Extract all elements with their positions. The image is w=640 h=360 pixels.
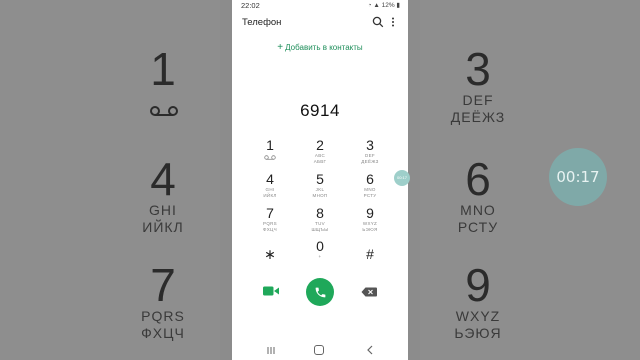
status-time: 22:02 — [241, 1, 260, 10]
bg-key-9: 9 WXYZ ЬЭЮЯ — [418, 262, 538, 342]
key-letters-cyrillic: АБВГ — [313, 159, 327, 164]
key-digit: ∗ — [264, 246, 276, 262]
call-button[interactable] — [306, 278, 334, 306]
search-icon[interactable] — [372, 16, 384, 28]
battery-percent: 12% — [381, 2, 395, 9]
add-to-contacts-label: Добавить в контакты — [285, 43, 363, 52]
key-digit: 9 — [366, 205, 374, 221]
bg-key-6: 6 MNO РСТУ — [418, 156, 538, 236]
home-icon[interactable] — [314, 345, 324, 355]
key-letters-cyrillic: РСТУ — [363, 193, 377, 198]
key-letters-latin: + — [318, 254, 322, 259]
bg-key-lat: PQRS — [141, 308, 185, 324]
key-letters-cyrillic: ФХЦЧ — [263, 227, 277, 232]
key-digit: 4 — [266, 171, 274, 187]
bg-key-cyr: ФХЦЧ — [141, 325, 185, 341]
recent-apps-icon[interactable] — [266, 346, 276, 355]
status-icons: ◔ ▲ 12% ▮ — [368, 1, 400, 9]
key-letters-cyrillic: ИЙКЛ — [263, 193, 277, 198]
key-1[interactable]: 1 — [250, 137, 290, 160]
key-digit: 6 — [366, 171, 374, 187]
key-7[interactable]: 7 PQRS ФХЦЧ — [250, 205, 290, 233]
bg-key-7: 7 PQRS ФХЦЧ — [103, 262, 223, 342]
plus-icon: + — [277, 42, 284, 53]
voicemail-icon — [264, 155, 276, 160]
bg-key-lat: MNO — [460, 202, 496, 218]
bg-key-lat: GHI — [149, 202, 177, 218]
key-digit: 7 — [266, 205, 274, 221]
bg-key-lat: WXYZ — [455, 308, 501, 324]
bg-key-4: 4 GHI ИЙКЛ — [103, 156, 223, 236]
battery-icon: ▮ — [396, 2, 400, 9]
key-9[interactable]: 9 WXYZ ЬЭЮЯ — [350, 205, 390, 233]
navigation-bar — [232, 340, 408, 360]
bg-key-lat: DEF — [462, 92, 494, 108]
key-4[interactable]: 4 GHI ИЙКЛ — [250, 171, 290, 199]
bg-key-cyr: РСТУ — [457, 219, 499, 235]
status-bar: 22:02 ◔ ▲ 12% ▮ — [232, 0, 408, 12]
key-5[interactable]: 5 JKL МНОП — [300, 171, 340, 199]
key-digit: 1 — [266, 137, 274, 153]
back-icon[interactable] — [366, 345, 374, 355]
video-call-icon[interactable] — [262, 284, 280, 298]
key-0[interactable]: 0 + — [300, 238, 340, 260]
key-letters-cyrillic: ДЕЁЖЗ — [361, 159, 379, 164]
key-digit: 0 — [316, 238, 324, 254]
key-digit: 2 — [316, 137, 324, 153]
dialed-number: 6914 — [300, 101, 340, 120]
bg-key-digit: 9 — [465, 259, 491, 311]
bg-key-cyr: ДЕЁЖЗ — [450, 109, 506, 125]
bg-key-digit: 1 — [150, 43, 176, 95]
key-6[interactable]: 6 MNO РСТУ — [350, 171, 390, 199]
key-digit: 5 — [316, 171, 324, 187]
key-2[interactable]: 2 ABC АБВГ — [300, 137, 340, 165]
backspace-icon[interactable] — [361, 287, 377, 297]
key-digit: # — [366, 246, 374, 262]
more-options-icon[interactable] — [390, 16, 396, 28]
page-title: Телефон — [242, 17, 282, 28]
bg-key-3: 3 DEF ДЕЁЖЗ — [418, 46, 538, 126]
bg-key-digit: 7 — [150, 259, 176, 311]
key-8[interactable]: 8 TUV ШЩЪЫ — [300, 205, 340, 233]
bg-key-digit: 6 — [465, 153, 491, 205]
key-letters-cyrillic: ШЩЪЫ — [311, 227, 329, 232]
phone-screen: 22:02 ◔ ▲ 12% ▮ Телефон + Добавить в конт… — [232, 0, 408, 360]
signal-icon: ▲ — [373, 2, 380, 9]
key-hash[interactable]: # — [350, 246, 390, 262]
key-letters-cyrillic: ЬЭЮЯ — [362, 227, 378, 232]
wifi-icon: ◔ — [367, 2, 372, 9]
bg-voicemail-icon — [150, 106, 178, 116]
phone-icon — [315, 287, 325, 297]
bg-floating-timer: 00:17 — [549, 148, 607, 206]
key-star[interactable]: ∗ — [250, 246, 290, 262]
bg-key-digit: 3 — [465, 43, 491, 95]
floating-timer-bubble[interactable]: 00:17 — [394, 170, 410, 186]
bg-key-digit: 4 — [150, 153, 176, 205]
key-letters-cyrillic: МНОП — [312, 193, 328, 198]
key-digit: 3 — [366, 137, 374, 153]
bg-key-cyr: ИЙКЛ — [142, 219, 184, 235]
key-digit: 8 — [316, 205, 324, 221]
key-3[interactable]: 3 DEF ДЕЁЖЗ — [350, 137, 390, 165]
bg-key-cyr: ЬЭЮЯ — [454, 325, 502, 341]
bg-key-1: 1 — [103, 46, 223, 92]
add-to-contacts-button[interactable]: + Добавить в контакты — [232, 42, 408, 53]
